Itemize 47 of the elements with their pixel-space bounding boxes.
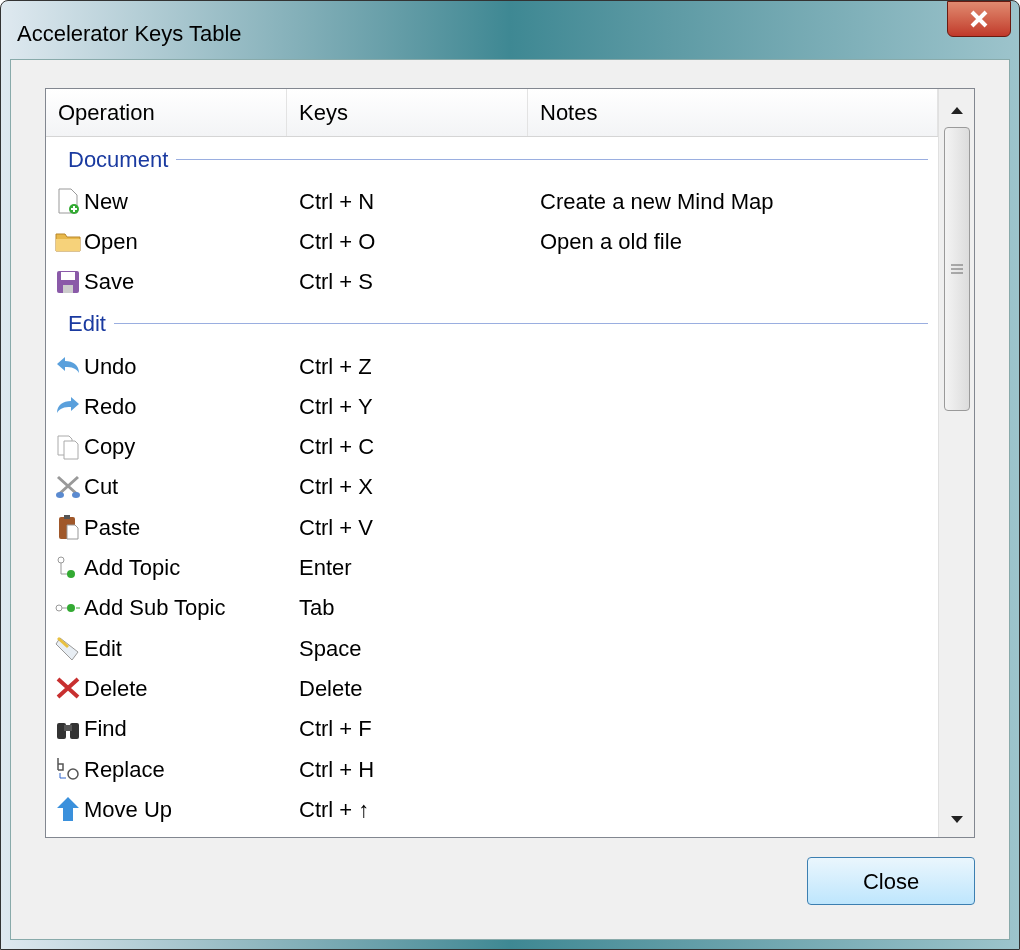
keys-cell: Ctrl + N (299, 188, 375, 214)
operation-cell-text: Redo (84, 392, 137, 421)
group-heading: Edit (68, 310, 106, 339)
operation-cell-text: Paste (84, 513, 141, 542)
window-title: Accelerator Keys Table (17, 20, 242, 48)
keys-cell: Ctrl + Y (299, 393, 373, 419)
operation-cell-text: Add Topic (84, 554, 181, 582)
operation-cell-text: Copy (84, 433, 136, 462)
keys-cell: Ctrl + S (299, 269, 373, 295)
scrollbar[interactable] (938, 89, 974, 837)
operation-cell-text: Edit (84, 634, 122, 663)
operation-cell-text: Add Sub Topic (84, 594, 226, 623)
keys-cell: Ctrl + O (299, 228, 376, 254)
notes-cell: Create a new Mind Map (540, 188, 774, 214)
keys-cell: Ctrl + ↑ (299, 796, 370, 822)
operation-cell-text: Save (84, 268, 135, 297)
operation-cell-text: Undo (84, 352, 137, 381)
close-button[interactable]: Close (807, 857, 975, 905)
scroll-up-icon[interactable] (949, 105, 964, 115)
operation-cell-text: Delete (84, 674, 148, 703)
group-heading: Document (68, 145, 169, 174)
notes-cell: Open a old file (540, 228, 682, 254)
operation-cell-text: Open (84, 227, 138, 256)
keys-cell: Ctrl + V (299, 514, 373, 540)
operation-cell-text: New (84, 187, 128, 216)
copy-icon (54, 432, 82, 461)
replace-icon (54, 755, 82, 783)
grip-icon (950, 264, 963, 274)
keys-cell: Ctrl + H (299, 756, 375, 782)
keys-cell: Enter (299, 555, 352, 580)
scroll-down-icon[interactable] (949, 815, 964, 825)
keys-cell: Ctrl + Z (299, 353, 372, 379)
column-header[interactable]: Keys (287, 89, 528, 136)
keys-cell: Ctrl + F (299, 716, 372, 742)
keys-cell: Ctrl + C (299, 434, 375, 460)
nodes-icon (54, 602, 82, 613)
keys-cell: Tab (299, 595, 335, 621)
keys-cell: Delete (299, 675, 363, 701)
operation-cell-text: Move Up (84, 795, 173, 824)
keys-cell: Ctrl + X (299, 474, 373, 500)
column-header[interactable]: Operation (46, 89, 287, 136)
scrollbar-thumb[interactable] (943, 127, 970, 411)
operation-cell-text: Find (84, 715, 127, 744)
operation-cell-text: Replace (84, 755, 165, 784)
operation-cell-text: Cut (84, 473, 119, 502)
keys-cell: Space (299, 635, 362, 661)
close-icon[interactable] (947, 1, 1011, 37)
